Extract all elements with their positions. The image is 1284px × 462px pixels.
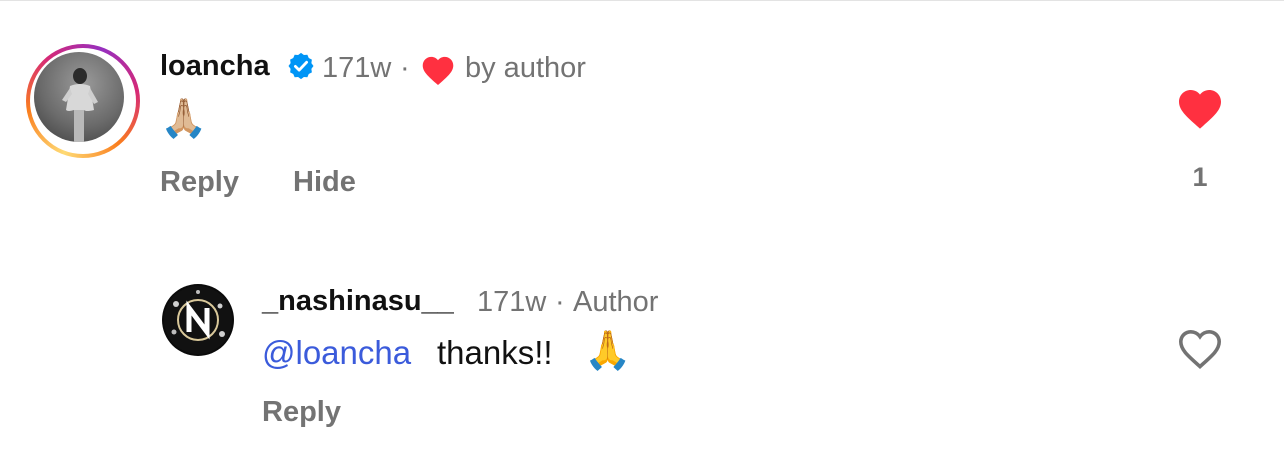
avatar: [34, 52, 124, 142]
avatar-person-silhouette: [62, 68, 98, 142]
meta-separator: ·: [400, 52, 410, 84]
comment-text: 🙏🏼: [160, 98, 208, 140]
comment-emoji: 🙏: [584, 330, 632, 372]
comment-age: 171w: [477, 286, 547, 318]
avatar-logo-n: [164, 286, 232, 354]
author-badge-label: Author: [573, 286, 659, 318]
avatar-story-ring[interactable]: [26, 44, 140, 158]
comment-age: 171w: [322, 52, 392, 84]
like-button-heart-outline-icon[interactable]: [1176, 326, 1224, 370]
like-count: 1: [1192, 162, 1208, 192]
comment-text: thanks!!: [437, 334, 553, 371]
comment-username[interactable]: loancha: [160, 50, 270, 83]
reply-button[interactable]: Reply: [160, 166, 239, 199]
mention-link[interactable]: @loancha: [262, 334, 411, 372]
reply-button[interactable]: Reply: [262, 396, 341, 429]
top-divider: [0, 0, 1284, 1]
liked-by-author-label: by author: [465, 52, 586, 84]
like-button-heart-filled-icon[interactable]: [1176, 86, 1224, 130]
verified-badge-icon: [288, 52, 314, 80]
hide-button[interactable]: Hide: [293, 166, 356, 199]
comment-username[interactable]: _nashinasu__: [262, 285, 454, 318]
heart-filled-icon: [422, 56, 454, 85]
avatar[interactable]: [162, 284, 234, 356]
meta-separator: ·: [555, 286, 565, 318]
